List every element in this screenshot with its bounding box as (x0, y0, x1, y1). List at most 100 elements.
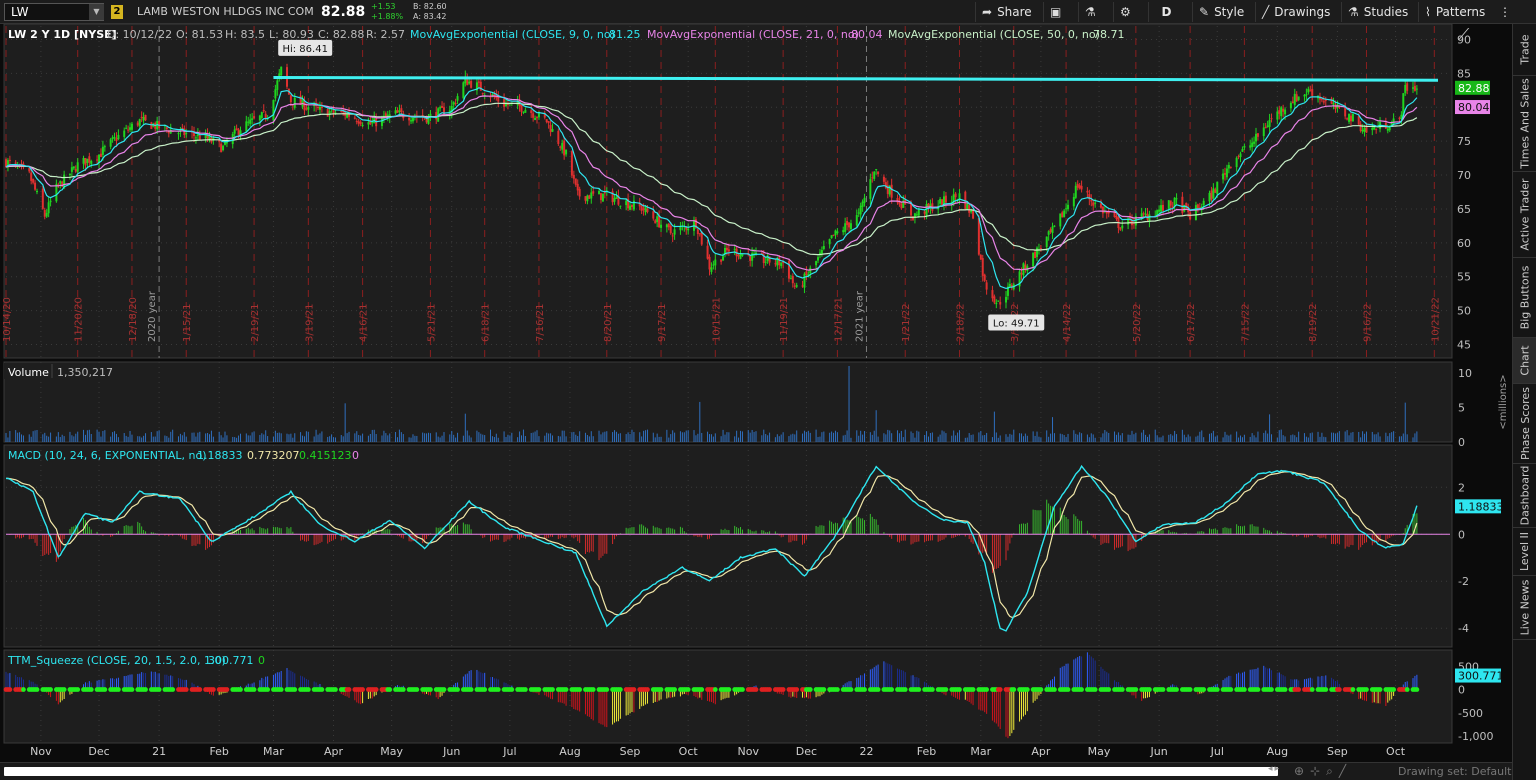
low-label: Lo: 49.71 (993, 319, 1040, 330)
candle-body (307, 107, 310, 110)
crosshair-icon[interactable]: ⊹ (1310, 764, 1326, 778)
candle-body (584, 196, 587, 201)
symbol-dropdown-icon[interactable]: ▼ (89, 4, 104, 20)
sidebar-tab-chart[interactable]: Chart (1513, 338, 1536, 384)
price-axis-tick: 45 (1457, 338, 1471, 351)
event-marker-label: 6/18/21 (481, 303, 492, 342)
grid-icon: ▣ (1050, 5, 1062, 19)
candle-body (714, 259, 717, 266)
bid-price: B: 82.60 (413, 2, 447, 11)
candle-body (88, 156, 91, 163)
candle-body (1090, 199, 1093, 202)
event-marker-label: 9/16/22 (1362, 303, 1373, 342)
share-button[interactable]: ➦ Share (975, 2, 1038, 22)
sidebar-tab-label: Phase Scores (1518, 387, 1532, 460)
squeeze-dot (75, 687, 81, 692)
candle-body (534, 118, 537, 120)
settings-button[interactable]: ⚙ (1113, 2, 1142, 22)
squeeze-dot (550, 687, 555, 692)
pencil-icon[interactable]: ╱ (1339, 764, 1352, 778)
zoom-tools[interactable]: ⊕⊹⌕╱ (1294, 764, 1352, 779)
candle-body (1413, 85, 1416, 91)
time-axis-label: Nov (30, 745, 52, 758)
price-axis-tick: 65 (1457, 203, 1471, 216)
macd-title: MACD (10, 24, 6, EXPONENTIAL, no) (8, 449, 207, 462)
candle-body (698, 233, 701, 235)
candle-body (340, 110, 343, 112)
squeeze-dot (1201, 687, 1207, 692)
candle-body (1099, 203, 1102, 208)
candle-body (247, 121, 250, 123)
candle-body (45, 213, 48, 217)
candle-body (1371, 127, 1374, 131)
aggregation-button[interactable]: D (1148, 2, 1184, 22)
sidebar-tab-dashboard[interactable]: Dashboard (1513, 464, 1536, 528)
sidebar-tab-live-news[interactable]: Live News (1513, 576, 1536, 640)
macd-axis-tick: 0 (1458, 528, 1465, 541)
candle-body (198, 135, 201, 140)
patterns-button[interactable]: ⌇ Patterns (1418, 2, 1491, 22)
squeeze-dot (658, 687, 664, 692)
ttm-axis-tick: 0 (1458, 684, 1465, 697)
studies-button[interactable]: ⚗ Studies (1341, 2, 1414, 22)
sidebar-tab-trade[interactable]: Trade (1513, 24, 1536, 76)
candle-body (817, 257, 820, 261)
style-button[interactable]: ✎ Style (1192, 2, 1250, 22)
candle-body (1086, 190, 1089, 193)
candle-body (1322, 101, 1325, 103)
candle-body (1332, 103, 1335, 105)
candle-body (1243, 145, 1246, 148)
candle-body (177, 133, 180, 135)
macd-last-badge: 1.18833 (1458, 500, 1504, 513)
sidebar-tab-active-trader[interactable]: Active Trader (1513, 172, 1536, 258)
drawing-set-label[interactable]: Drawing set: Default (1398, 765, 1511, 778)
squeeze-dot (1336, 687, 1342, 692)
candle-body (985, 282, 988, 290)
scroll-arrows-icon[interactable]: ◂▸ (1268, 764, 1281, 774)
time-axis-label: Jun (1150, 745, 1168, 758)
drawings-button[interactable]: ╱ Drawings (1255, 2, 1336, 22)
sidebar-tab-label: Chart (1518, 345, 1532, 376)
candle-body (1276, 111, 1279, 120)
candle-body (123, 130, 126, 137)
scrollbar-track[interactable] (4, 767, 1278, 776)
squeeze-dot (835, 687, 840, 692)
candle-body (49, 200, 52, 203)
more-options-icon[interactable]: ⋮ (1493, 2, 1517, 22)
sidebar-tab-phase-scores[interactable]: Phase Scores (1513, 384, 1536, 464)
link-group-badge[interactable]: 2 (111, 5, 123, 19)
squeeze-dot (1364, 687, 1369, 692)
candle-body (848, 222, 851, 228)
candle-body (74, 169, 77, 172)
candle-body (262, 110, 265, 112)
candle-body (30, 172, 33, 181)
candle-body (394, 110, 397, 114)
candle-body (1363, 128, 1366, 132)
time-axis-label: May (1088, 745, 1111, 758)
candle-body (601, 193, 604, 202)
squeeze-dot (183, 687, 189, 692)
time-axis-label: Jul (1210, 745, 1224, 758)
volume-axis-tick: 5 (1458, 401, 1465, 414)
horizontal-scrollbar[interactable]: ◂▸ ⊕⊹⌕╱ Drawing set: Default (0, 762, 1512, 780)
candle-body (710, 267, 713, 272)
sidebar-tab-times-and-sales[interactable]: Times And Sales (1513, 76, 1536, 172)
zoom-in-icon[interactable]: ⊕ (1294, 764, 1310, 778)
sidebar-tab-big-buttons[interactable]: Big Buttons (1513, 258, 1536, 338)
candle-body (1224, 173, 1227, 175)
sidebar-tab-level-ii[interactable]: Level II (1513, 528, 1536, 576)
grid-setup-button[interactable]: ▣ (1043, 2, 1072, 22)
candle-body (408, 117, 411, 121)
candle-body (923, 211, 926, 214)
chart-area[interactable]: 10/14/20 11/20/20 12/18/20 1/15/21 2/19/21 3/… (0, 24, 1512, 762)
candle-body (873, 171, 876, 179)
chart-draw-icon[interactable]: ⟋ (1458, 25, 1470, 44)
candle-body (733, 248, 736, 250)
flask-button[interactable]: ⚗ (1078, 2, 1107, 22)
candle-body (1053, 225, 1056, 227)
candle-body (629, 205, 632, 210)
squeeze-dot (1309, 687, 1315, 692)
candle-body (1061, 212, 1064, 218)
magnifier-icon[interactable]: ⌕ (1326, 764, 1339, 778)
candle-body (1361, 129, 1364, 132)
